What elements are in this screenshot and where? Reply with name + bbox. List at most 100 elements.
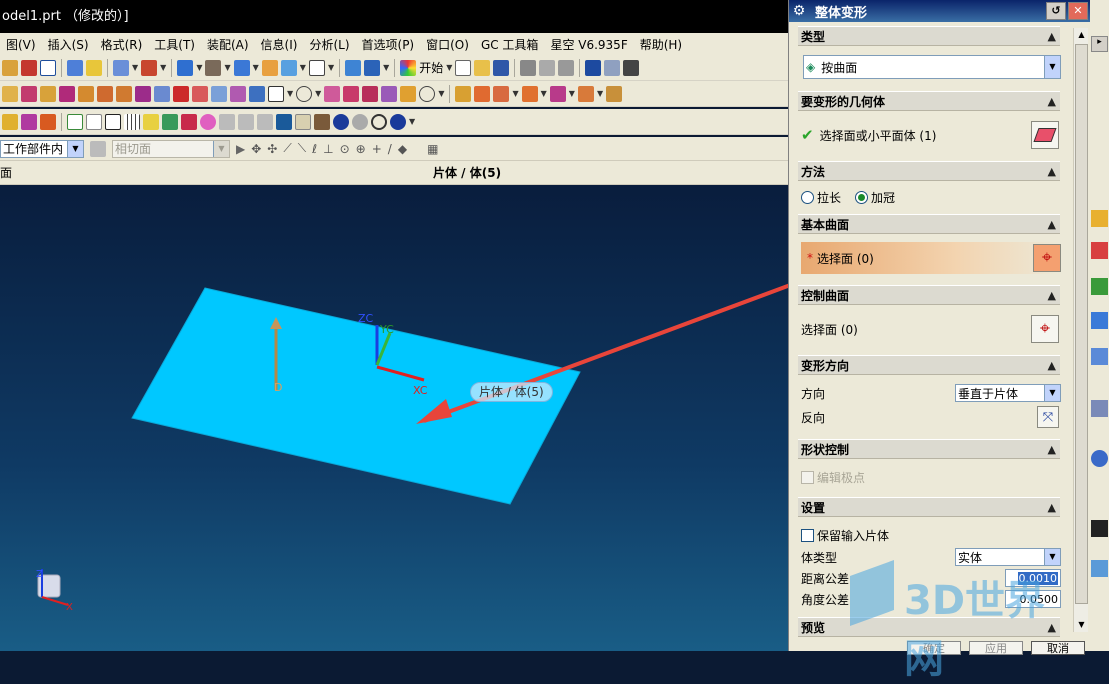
layer-settings-icon[interactable] [177,59,194,76]
pocket-icon[interactable] [135,85,151,102]
filter-icon[interactable] [90,140,106,157]
keep-input-checkbox[interactable] [801,528,814,542]
pattern-icon[interactable] [324,85,341,102]
intersection-icon[interactable]: ⊥ [323,142,333,156]
ring-icon[interactable] [371,113,387,130]
save-icon[interactable] [493,59,510,76]
section-settings-header[interactable]: 设置 ▲ [798,497,1060,517]
sew-icon[interactable] [549,85,566,102]
menu-preferences[interactable]: 首选项(P) [356,36,421,53]
block-icon[interactable] [59,85,75,102]
selection-scope-select[interactable]: 工作部件内 ▼ [0,139,84,158]
revolve-icon[interactable] [40,85,56,102]
section-shape-control-header[interactable]: 形状控制 ▲ [798,439,1060,459]
edit-poles-checkbox[interactable] [801,470,814,484]
point-on-curve-icon[interactable]: / [388,142,392,156]
close-button[interactable]: ✕ [1068,2,1088,20]
slot-icon[interactable] [173,85,189,102]
menu-tools[interactable]: 工具(T) [148,36,201,53]
mid-point-icon[interactable]: ⟍ [298,141,306,156]
sphere-icon[interactable] [419,85,436,102]
command-finder-icon[interactable] [623,59,640,76]
select-face-button[interactable] [1031,121,1059,149]
ok-button[interactable]: 确定 [907,641,961,655]
wireframe-icon[interactable] [308,59,325,76]
start-label[interactable]: 开始 [419,59,443,76]
menu-info[interactable]: 信息(I) [255,36,304,53]
groove-icon[interactable] [192,85,208,102]
quadrant-icon[interactable]: ⊕ [356,142,366,156]
box-icon[interactable] [295,113,311,130]
datum-plane-icon[interactable] [2,113,18,130]
half-disk-icon[interactable] [390,113,406,130]
type-select[interactable]: ◈ 按曲面 ▼ [803,55,1061,79]
thicken-icon[interactable] [577,85,594,102]
surface-icon[interactable] [455,85,472,102]
menu-analysis[interactable]: 分析(L) [303,36,355,53]
radio-stretch[interactable] [801,190,814,204]
section-base-surface-header[interactable]: 基本曲面 ▲ [798,214,1060,234]
part-nav-icon[interactable] [345,59,362,76]
cone-icon[interactable] [143,113,159,130]
disabled-tool-1-icon[interactable] [219,113,235,130]
distance-tolerance-input[interactable]: 0.0010 [1005,569,1061,587]
datum-csys-icon[interactable] [40,113,56,130]
subtract-icon[interactable] [230,85,246,102]
section-control-surface-header[interactable]: 控制曲面 ▲ [798,285,1060,305]
reverse-direction-button[interactable]: ⤧ [1037,406,1059,428]
split-body-icon[interactable] [381,85,398,102]
resource-constraint-icon[interactable] [1091,278,1108,295]
menu-window[interactable]: 窗口(O) [420,36,475,53]
through-curves-icon[interactable] [493,85,510,102]
edit-object-icon[interactable] [113,59,129,76]
menu-view[interactable]: 图(V) [0,36,42,53]
section-geometry-header[interactable]: 要变形的几何体 ▲ [798,91,1060,111]
gear-tool-icon[interactable] [333,113,349,130]
select-base-face-button[interactable]: ⌖ [1033,244,1061,272]
graphics-window[interactable]: D ZC YC XC Z X 片体 / 体(5) [0,185,790,651]
measure-icon[interactable] [141,59,158,76]
paint-icon[interactable] [86,59,102,76]
base-surface-select-row[interactable]: * 选择面 (0) ⌖ [801,242,1061,274]
resource-role-icon[interactable] [1091,560,1108,577]
start-icon[interactable] [400,59,417,76]
cylinder-icon[interactable] [78,85,94,102]
section-preview-header[interactable]: 预览 ▲ [798,617,1060,637]
dialog-scrollbar[interactable]: ▲ ▼ [1073,28,1088,632]
chevron-right-icon[interactable]: ▸ [1091,36,1108,52]
sweep-icon[interactable] [474,85,491,102]
section-type-header[interactable]: 类型 ▲ [798,26,1060,46]
texture-icon[interactable] [162,113,178,130]
geometry-select-row[interactable]: ✔ 选择面或小平面体 (1) [801,119,1059,151]
reset-button[interactable]: ↺ [1046,2,1066,20]
resource-web-icon[interactable] [1091,348,1108,365]
pad-icon[interactable] [154,85,170,102]
end-point-icon[interactable]: ⟋ [283,141,291,156]
bounded-grid-icon[interactable]: ▦ [427,142,438,156]
resource-history-icon[interactable] [1091,400,1108,417]
radio-stretch-label[interactable]: 拉长 [817,189,841,206]
undo-icon[interactable] [585,59,602,76]
offset-face-icon[interactable] [400,85,417,102]
section-method-header[interactable]: 方法 ▲ [798,161,1060,181]
select-tool-icon[interactable] [2,59,18,76]
monitor-icon[interactable] [276,113,292,130]
apply-button[interactable]: 应用 [969,641,1023,655]
point-on-face-icon[interactable]: ◆ [398,142,407,156]
select-control-face-button[interactable]: ⌖ [1031,315,1059,343]
unite-icon[interactable] [211,85,227,102]
resource-pen-icon[interactable] [1091,520,1108,537]
snap-rule-select[interactable]: 相切面 ▼ [112,139,230,158]
angle-tolerance-input[interactable]: 0.0500 [1005,590,1061,608]
extrude-icon[interactable] [21,85,37,102]
copy-icon[interactable] [539,59,556,76]
open-file-icon[interactable] [474,59,491,76]
new-file-icon[interactable] [455,59,472,76]
control-point-icon[interactable]: ℓ [312,142,317,156]
chamfer-icon[interactable] [268,85,284,102]
view-orient-icon[interactable] [233,59,250,76]
edge-blend-icon[interactable] [249,85,265,102]
wcs-icon[interactable] [21,59,37,76]
shading-icon[interactable] [280,59,297,76]
boss-icon[interactable] [116,85,132,102]
